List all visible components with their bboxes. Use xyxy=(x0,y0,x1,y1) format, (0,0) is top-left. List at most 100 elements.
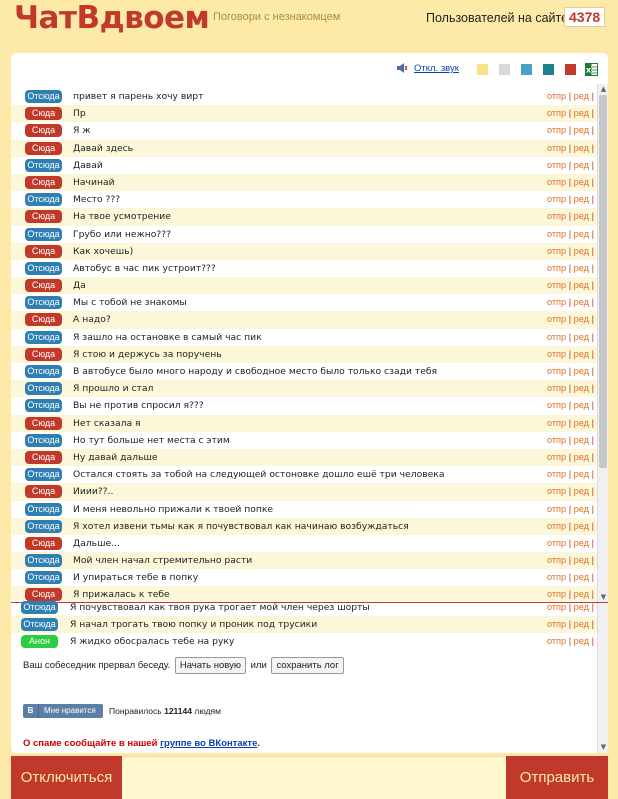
edit-link[interactable]: ред xyxy=(574,555,589,565)
vk-group-link[interactable]: группе во ВКонтакте xyxy=(160,738,257,749)
reply-link[interactable]: отпр xyxy=(547,194,566,204)
reply-link[interactable]: отпр xyxy=(547,263,566,273)
message-row: Отсюда Я хотел извени тьмы как я почувств… xyxy=(11,517,598,535)
edit-link[interactable]: ред xyxy=(574,636,589,646)
save-log-button[interactable]: сохранить лог xyxy=(271,657,344,674)
reply-link[interactable]: отпр xyxy=(547,314,566,324)
reply-link[interactable]: отпр xyxy=(547,177,566,187)
edit-link[interactable]: ред xyxy=(574,452,589,462)
theme-swatch-yellow[interactable] xyxy=(477,64,488,75)
edit-link[interactable]: ред xyxy=(574,521,589,531)
message-actions: отпр | ред | xyxy=(547,569,594,586)
excel-icon[interactable]: x xyxy=(585,63,598,76)
site-logo[interactable]: ЧатВдвоем xyxy=(14,0,210,36)
reply-link[interactable]: отпр xyxy=(547,435,566,445)
action-separator: | xyxy=(568,572,572,583)
message-row: Отсюда Я начал трогать твою попку и прони… xyxy=(11,616,598,634)
edit-link[interactable]: ред xyxy=(574,143,589,153)
edit-link[interactable]: ред xyxy=(574,297,589,307)
message-scrollbar[interactable]: ▲ ▼ xyxy=(597,84,608,603)
edit-link[interactable]: ред xyxy=(574,211,589,221)
message-actions: отпр | ред | xyxy=(547,363,594,380)
reply-link[interactable]: отпр xyxy=(547,504,566,514)
reply-link[interactable]: отпр xyxy=(547,366,566,376)
edit-link[interactable]: ред xyxy=(574,619,589,629)
vk-like-button[interactable]: В Мне нравится xyxy=(23,704,103,718)
action-separator: | xyxy=(591,159,594,170)
message-list-tail[interactable]: Отсюда Я почувствовал как твоя рука трога… xyxy=(11,599,598,651)
reply-link[interactable]: отпр xyxy=(547,486,566,496)
reply-link[interactable]: отпр xyxy=(547,589,566,599)
theme-swatch-teal[interactable] xyxy=(543,64,554,75)
scroll-down-icon[interactable]: ▼ xyxy=(599,593,608,602)
edit-link[interactable]: ред xyxy=(574,589,589,599)
reply-link[interactable]: отпр xyxy=(547,160,566,170)
message-row: Сюда Давай здесь отпр | ред | xyxy=(11,139,598,157)
like-count: Понравилось 121144 людям xyxy=(109,706,221,716)
speaker-icon[interactable] xyxy=(396,63,408,73)
edit-link[interactable]: ред xyxy=(574,400,589,410)
disconnect-button[interactable]: Отключиться xyxy=(11,756,122,799)
reply-link[interactable]: отпр xyxy=(547,418,566,428)
edit-link[interactable]: ред xyxy=(574,314,589,324)
reply-link[interactable]: отпр xyxy=(547,383,566,393)
edit-link[interactable]: ред xyxy=(574,366,589,376)
edit-link[interactable]: ред xyxy=(574,383,589,393)
theme-swatch-red[interactable] xyxy=(565,64,576,75)
reply-link[interactable]: отпр xyxy=(547,211,566,221)
edit-link[interactable]: ред xyxy=(574,486,589,496)
reply-link[interactable]: отпр xyxy=(547,280,566,290)
reply-link[interactable]: отпр xyxy=(547,400,566,410)
edit-link[interactable]: ред xyxy=(574,504,589,514)
reply-link[interactable]: отпр xyxy=(547,452,566,462)
edit-link[interactable]: ред xyxy=(574,280,589,290)
action-separator: | xyxy=(591,211,594,222)
reply-link[interactable]: отпр xyxy=(547,125,566,135)
reply-link[interactable]: отпр xyxy=(547,108,566,118)
edit-link[interactable]: ред xyxy=(574,435,589,445)
reply-link[interactable]: отпр xyxy=(547,349,566,359)
reply-link[interactable]: отпр xyxy=(547,555,566,565)
theme-swatch-blue[interactable] xyxy=(521,64,532,75)
scroll-up-icon[interactable]: ▲ xyxy=(599,85,608,94)
reply-link[interactable]: отпр xyxy=(547,297,566,307)
reply-link[interactable]: отпр xyxy=(547,636,566,646)
reply-link[interactable]: отпр xyxy=(547,619,566,629)
edit-link[interactable]: ред xyxy=(574,229,589,239)
edit-link[interactable]: ред xyxy=(574,125,589,135)
edit-link[interactable]: ред xyxy=(574,263,589,273)
reply-link[interactable]: отпр xyxy=(547,521,566,531)
reply-link[interactable]: отпр xyxy=(547,602,566,612)
edit-link[interactable]: ред xyxy=(574,177,589,187)
edit-link[interactable]: ред xyxy=(574,418,589,428)
edit-link[interactable]: ред xyxy=(574,538,589,548)
edit-link[interactable]: ред xyxy=(574,160,589,170)
edit-link[interactable]: ред xyxy=(574,91,589,101)
edit-link[interactable]: ред xyxy=(574,246,589,256)
edit-link[interactable]: ред xyxy=(574,108,589,118)
edit-link[interactable]: ред xyxy=(574,332,589,342)
scrollbar-thumb[interactable] xyxy=(599,95,607,468)
reply-link[interactable]: отпр xyxy=(547,332,566,342)
reply-link[interactable]: отпр xyxy=(547,572,566,582)
edit-link[interactable]: ред xyxy=(574,602,589,612)
reply-link[interactable]: отпр xyxy=(547,91,566,101)
edit-link[interactable]: ред xyxy=(574,194,589,204)
reply-link[interactable]: отпр xyxy=(547,143,566,153)
reply-link[interactable]: отпр xyxy=(547,229,566,239)
page-scrollbar[interactable]: ▼ xyxy=(597,603,608,753)
reply-link[interactable]: отпр xyxy=(547,538,566,548)
start-new-button[interactable]: Начать новую xyxy=(174,657,246,674)
message-list[interactable]: Отсюда привет я парень хочу вирт отпр | ре… xyxy=(11,88,598,601)
page-scroll-down-icon[interactable]: ▼ xyxy=(599,743,608,752)
edit-link[interactable]: ред xyxy=(574,349,589,359)
send-button[interactable]: Отправить xyxy=(506,756,608,799)
edit-link[interactable]: ред xyxy=(574,469,589,479)
reply-link[interactable]: отпр xyxy=(547,469,566,479)
theme-swatch-gray[interactable] xyxy=(499,64,510,75)
message-input[interactable] xyxy=(122,756,506,799)
mute-sound-link[interactable]: Откл. звук xyxy=(414,63,459,74)
reply-link[interactable]: отпр xyxy=(547,246,566,256)
like-button-label: Мне нравится xyxy=(44,706,96,715)
edit-link[interactable]: ред xyxy=(574,572,589,582)
